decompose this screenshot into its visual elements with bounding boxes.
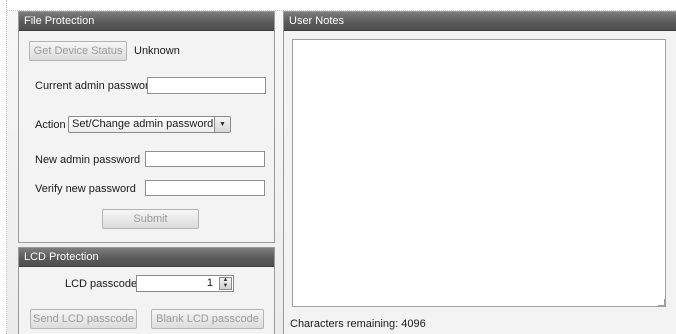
spin-down-icon[interactable]: ▼ — [220, 283, 231, 289]
lcd-passcode-value: 1 — [206, 277, 213, 289]
characters-remaining-value: 4096 — [401, 318, 426, 330]
new-admin-password-field[interactable] — [145, 151, 265, 167]
current-admin-password-field[interactable] — [147, 77, 266, 94]
get-device-status-button[interactable]: Get Device Status — [29, 41, 127, 61]
chevron-down-icon[interactable]: ▼ — [214, 117, 230, 132]
spinner-arrows-icon[interactable]: ▲ ▼ — [219, 277, 232, 290]
lcd-passcode-spinner[interactable]: 1 ▲ ▼ — [136, 275, 234, 292]
device-status-value: Unknown — [134, 45, 180, 57]
current-admin-password-label: Current admin password — [35, 80, 155, 92]
user-notes-textarea[interactable] — [292, 39, 666, 307]
top-border — [0, 0, 676, 11]
send-lcd-passcode-button[interactable]: Send LCD passcode — [30, 309, 137, 329]
left-border — [0, 0, 7, 334]
characters-remaining-label: Characters remaining: — [290, 318, 399, 330]
new-admin-password-label: New admin password — [35, 154, 141, 166]
submit-button[interactable]: Submit — [102, 209, 199, 229]
user-notes-panel: User Notes Characters remaining: 4096 — [283, 11, 676, 334]
action-dropdown-value: Set/Change admin password — [72, 118, 214, 130]
verify-new-password-field[interactable] — [145, 180, 265, 196]
characters-remaining: Characters remaining: 4096 — [290, 318, 426, 330]
verify-new-password-label: Verify new password — [35, 183, 136, 195]
resize-grip-icon[interactable] — [658, 299, 665, 306]
lcd-protection-title: LCD Protection — [19, 248, 274, 267]
user-notes-title: User Notes — [284, 12, 676, 31]
file-protection-panel: File Protection Get Device Status Unknow… — [18, 11, 275, 243]
action-label: Action — [35, 119, 66, 131]
lcd-protection-panel: LCD Protection LCD passcode 1 ▲ ▼ Send L… — [18, 247, 275, 334]
page: File Protection Get Device Status Unknow… — [0, 0, 676, 334]
action-dropdown[interactable]: Set/Change admin password ▼ — [68, 116, 231, 133]
blank-lcd-passcode-button[interactable]: Blank LCD passcode — [151, 309, 264, 329]
lcd-passcode-label: LCD passcode — [65, 278, 138, 290]
file-protection-title: File Protection — [19, 12, 274, 31]
